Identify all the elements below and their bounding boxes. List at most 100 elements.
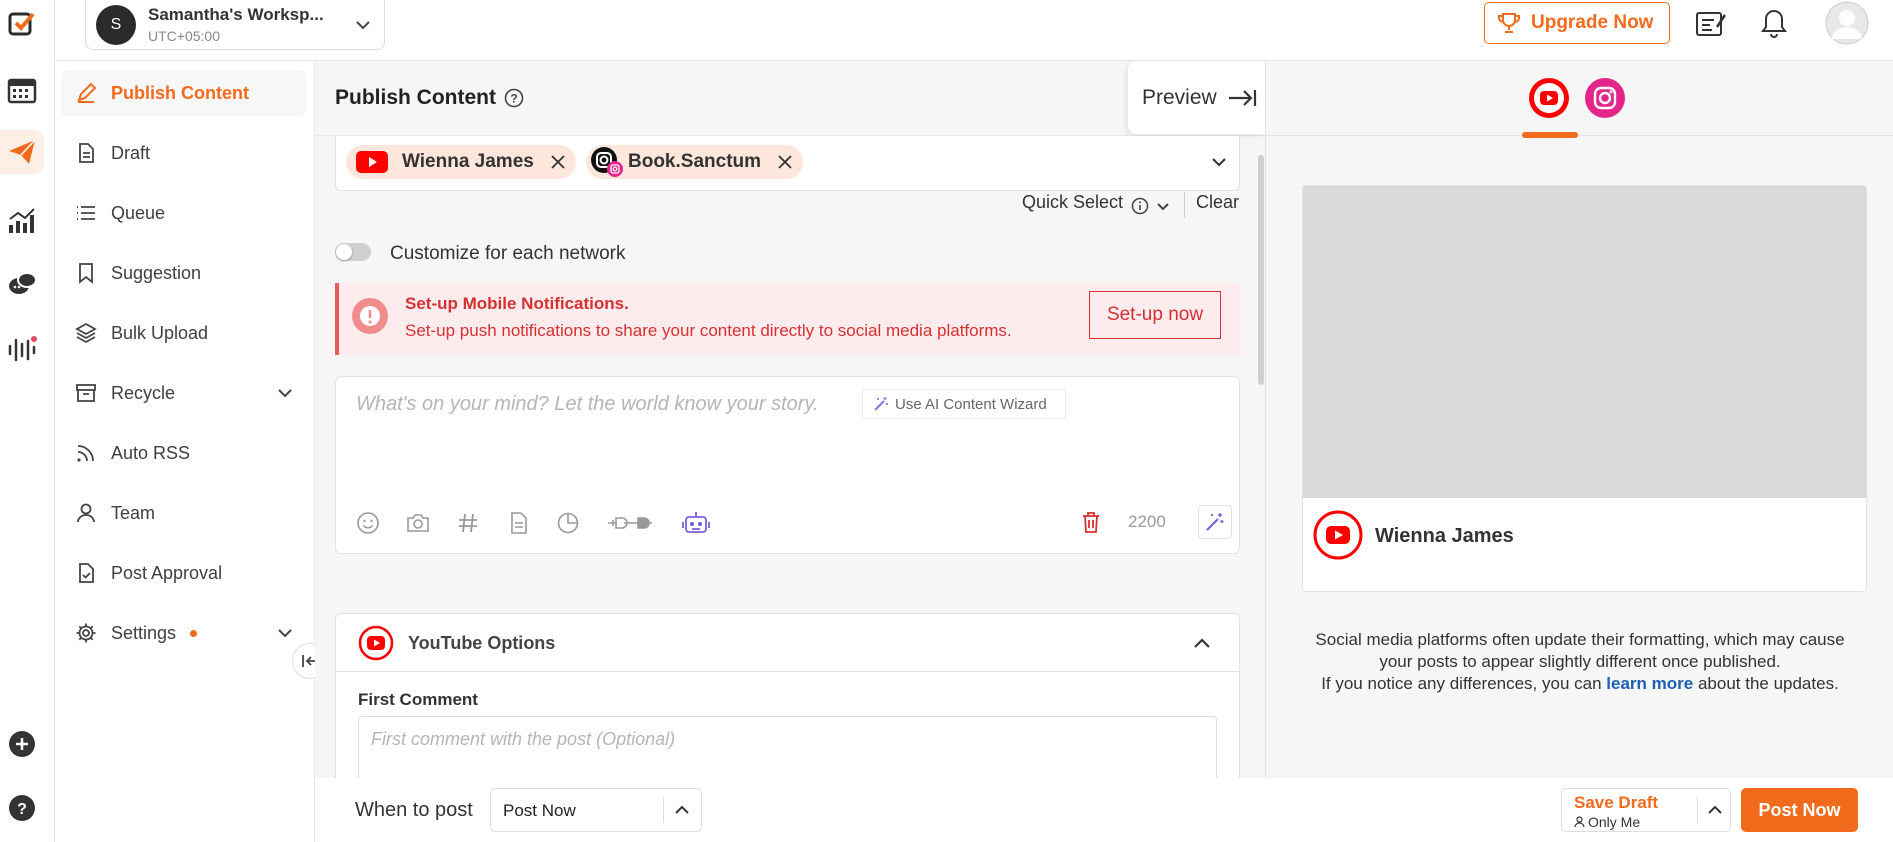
sidebar-item-post-approval[interactable]: Post Approval: [61, 550, 306, 596]
chevron-up-icon[interactable]: [1192, 633, 1212, 653]
alert-title: Set-up Mobile Notifications.: [405, 294, 629, 313]
workspace-avatar: S: [96, 4, 136, 45]
add-icon[interactable]: [0, 722, 44, 766]
mobile-notification-alert: Set-up Mobile Notifications. Set-up push…: [335, 283, 1240, 355]
listening-icon[interactable]: [0, 327, 44, 371]
app-logo[interactable]: [0, 2, 44, 46]
composer-header: Publish Content ?: [315, 61, 1265, 136]
sidebar-item-bulk-upload[interactable]: Bulk Upload: [61, 310, 306, 356]
svg-text:?: ?: [510, 92, 517, 106]
calendar-icon[interactable]: [0, 68, 44, 112]
profile-avatar[interactable]: [1825, 1, 1869, 45]
chevron-up-icon[interactable]: [1706, 801, 1724, 819]
sidebar-item-auto-rss[interactable]: Auto RSS: [61, 430, 306, 476]
when-to-post-select[interactable]: Post Now: [490, 788, 702, 832]
sidebar-item-draft[interactable]: Draft: [61, 130, 306, 176]
sidebar-item-suggestion[interactable]: Suggestion: [61, 250, 306, 296]
preview-panel: Wienna James Social media platforms ofte…: [1265, 61, 1893, 778]
info-icon[interactable]: [1131, 197, 1149, 215]
youtube-options-title: YouTube Options: [408, 633, 556, 653]
magic-wand-button[interactable]: [1198, 505, 1232, 539]
emoji-icon[interactable]: [356, 511, 380, 535]
svg-text:?: ?: [17, 801, 27, 818]
preview-disclaimer: Social media platforms often update thei…: [1315, 630, 1845, 693]
tab-youtube-preview[interactable]: [1528, 77, 1570, 119]
youtube-icon: [358, 625, 394, 661]
chevron-down-icon[interactable]: [276, 624, 294, 642]
magic-wand-icon: [873, 396, 889, 412]
ai-wizard-button[interactable]: Use AI Content Wizard: [862, 389, 1066, 419]
scrollbar-thumb[interactable]: [1258, 155, 1264, 385]
chat-icon[interactable]: [0, 262, 44, 306]
chevron-down-icon[interactable]: [276, 384, 294, 402]
trash-icon[interactable]: [1080, 510, 1102, 534]
post-textarea[interactable]: What's on your mind? Let the world know …: [356, 393, 819, 416]
settings-badge-dot: [190, 629, 198, 637]
document-icon[interactable]: [506, 511, 530, 535]
layers-icon: [75, 322, 97, 344]
youtube-options-header[interactable]: YouTube Options: [336, 614, 1239, 672]
remove-account-icon[interactable]: [777, 154, 793, 170]
analytics-icon[interactable]: [0, 198, 44, 242]
workspace-switcher[interactable]: S Samantha's Worksp... UTC+05:00: [85, 0, 385, 50]
divider: [1184, 192, 1185, 218]
tab-instagram-preview[interactable]: [1584, 77, 1626, 119]
active-tab-indicator: [1522, 132, 1578, 138]
preview-toggle-button[interactable]: Preview: [1128, 61, 1265, 134]
gear-icon: [75, 622, 97, 644]
bookmark-icon: [75, 262, 97, 284]
publish-icon[interactable]: [0, 130, 44, 174]
sidebar-item-settings[interactable]: Settings: [61, 610, 306, 656]
document-icon: [75, 142, 97, 164]
when-to-post-label: When to post: [355, 799, 473, 821]
clear-button[interactable]: Clear: [1196, 192, 1239, 213]
sidebar-item-team[interactable]: Team: [61, 490, 306, 536]
plug-icon[interactable]: [606, 511, 656, 535]
post-preview-card: Wienna James: [1302, 185, 1867, 592]
arrow-right-bar-icon: [1227, 88, 1257, 108]
account-chip-youtube: Wienna James: [346, 145, 576, 179]
learn-more-link[interactable]: learn more: [1606, 674, 1693, 693]
camera-icon[interactable]: [406, 511, 430, 535]
media-placeholder: [1303, 186, 1866, 498]
archive-icon: [75, 382, 97, 404]
notes-icon[interactable]: [1695, 9, 1727, 39]
hashtag-icon[interactable]: [456, 511, 480, 535]
help-circle-icon[interactable]: ?: [504, 88, 524, 108]
character-count: 2200: [1128, 512, 1166, 531]
post-now-button[interactable]: Post Now: [1741, 788, 1858, 832]
bell-icon[interactable]: [1759, 8, 1789, 40]
help-icon[interactable]: ?: [0, 786, 44, 830]
alert-message: Set-up push notifications to share your …: [405, 321, 1012, 340]
sidebar-item-publish-content[interactable]: Publish Content: [61, 70, 306, 116]
top-bar: S Samantha's Worksp... UTC+05:00 Upgrade…: [55, 0, 1893, 61]
rss-icon: [75, 442, 97, 464]
preview-account-name: Wienna James: [1375, 525, 1514, 547]
trophy-icon: [1497, 11, 1521, 35]
first-comment-label: First Comment: [358, 690, 478, 709]
upgrade-button[interactable]: Upgrade Now: [1484, 2, 1670, 44]
sidebar-item-recycle[interactable]: Recycle: [61, 370, 306, 416]
bottom-action-bar: When to post Post Now Save Draft Only Me…: [315, 778, 1893, 842]
pie-chart-icon[interactable]: [556, 511, 580, 535]
file-check-icon: [75, 562, 97, 584]
preview-tabs: [1266, 61, 1893, 138]
page-title: Publish Content: [335, 86, 496, 109]
setup-now-button[interactable]: Set-up now: [1089, 291, 1221, 339]
chevron-down-icon[interactable]: [1209, 152, 1229, 172]
customize-toggle[interactable]: [335, 243, 371, 261]
sidebar-item-queue[interactable]: Queue: [61, 190, 306, 236]
remove-account-icon[interactable]: [550, 154, 566, 170]
chevron-down-icon[interactable]: [1156, 199, 1170, 213]
user-icon: [1574, 816, 1585, 828]
customize-label: Customize for each network: [390, 243, 626, 264]
save-draft-button[interactable]: Save Draft Only Me: [1561, 788, 1731, 832]
pen-icon: [75, 82, 97, 104]
account-selector[interactable]: Wienna James Book.Sanctum: [335, 136, 1240, 191]
chevron-up-icon: [673, 801, 691, 819]
sidebar: Publish Content Draft Queue Suggestion B…: [55, 61, 315, 842]
alert-icon: [351, 297, 389, 335]
quick-select-button[interactable]: Quick Select: [1022, 192, 1123, 213]
robot-icon[interactable]: [682, 510, 710, 536]
first-comment-input[interactable]: First comment with the post (Optional): [358, 716, 1217, 786]
